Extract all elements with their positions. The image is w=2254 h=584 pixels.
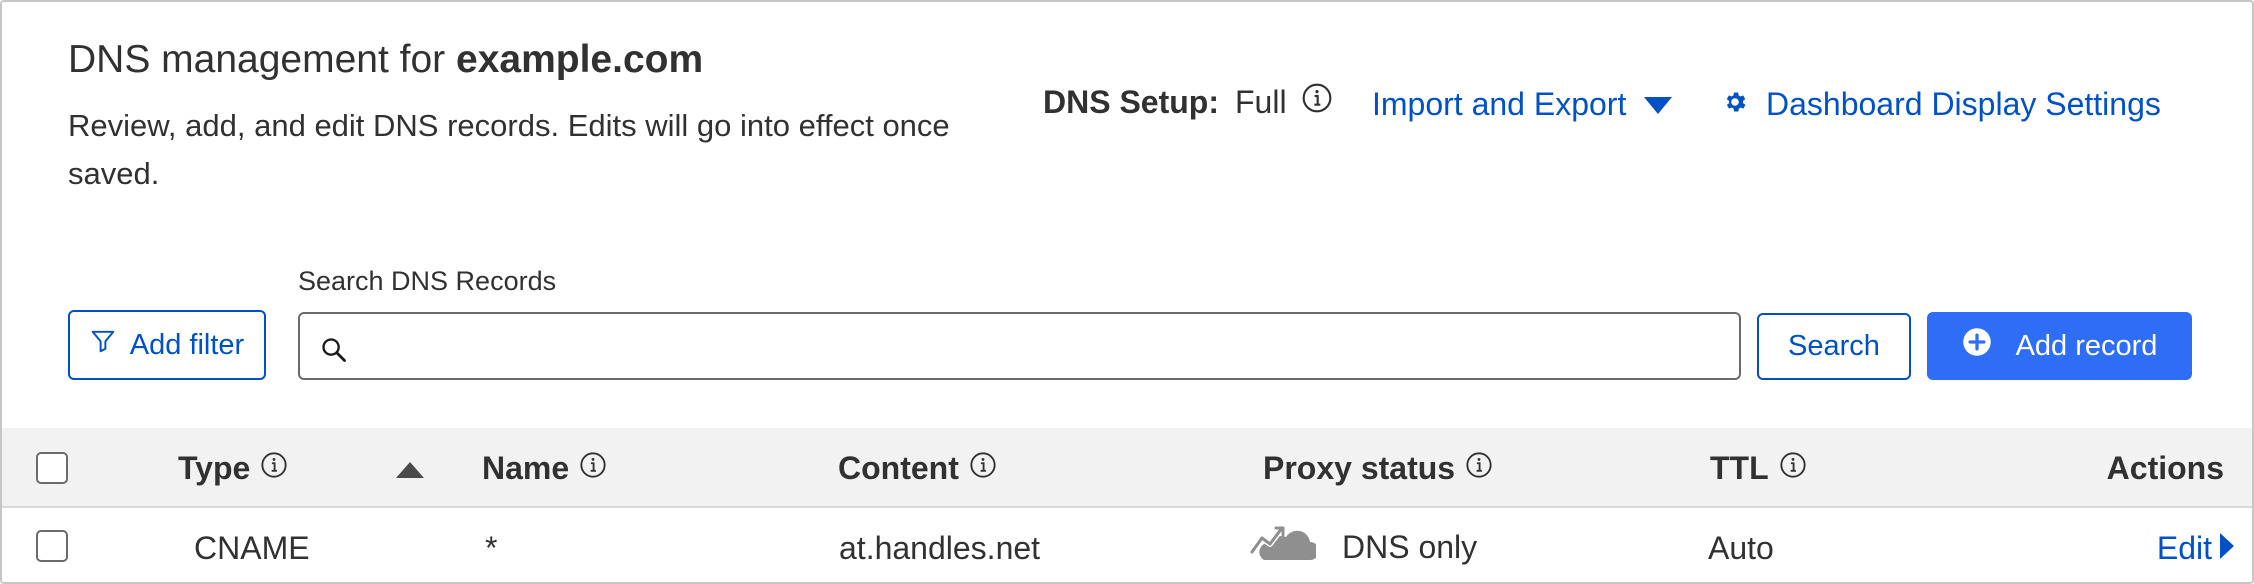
dashboard-display-settings-label: Dashboard Display Settings (1766, 86, 2161, 122)
sort-ascending-icon[interactable] (396, 462, 424, 483)
row-content: at.handles.net (839, 530, 1041, 566)
caret-right-icon (2220, 530, 2234, 567)
row-select-checkbox[interactable] (36, 530, 68, 562)
column-header-name[interactable]: Name (482, 450, 607, 487)
page-title-prefix: DNS management for (68, 38, 457, 81)
page-title-domain: example.com (456, 38, 704, 81)
info-icon[interactable] (1779, 450, 1807, 487)
search-dns-records-input[interactable] (360, 318, 1720, 374)
row-proxy-status-label: DNS only (1342, 528, 1478, 565)
column-content-label: Content (838, 450, 959, 486)
info-icon[interactable] (969, 450, 997, 487)
info-icon[interactable] (579, 450, 607, 487)
dns-records-table-header: Type Name Content Proxy status TTL Actio… (2, 428, 2252, 508)
row-edit-button[interactable]: Edit (2157, 530, 2234, 567)
add-filter-label: Add filter (129, 328, 245, 361)
column-header-content[interactable]: Content (838, 450, 997, 487)
caret-down-icon (1644, 86, 1673, 123)
import-export-menu[interactable]: Import and Export (1372, 86, 1673, 123)
column-name-label: Name (482, 450, 570, 486)
row-type: CNAME (194, 530, 310, 566)
column-header-actions: Actions (2107, 450, 2224, 487)
dns-setup-label: DNS Setup: (1043, 83, 1219, 120)
info-icon[interactable] (260, 450, 288, 487)
info-icon[interactable] (1301, 82, 1333, 122)
dns-setup-status: DNS Setup: Full (1043, 82, 1333, 122)
search-button[interactable]: Search (1757, 313, 1911, 380)
table-row: CNAME * at.handles.net DNS only Auto Edi… (2, 508, 2252, 582)
row-proxy-status: DNS only (1249, 520, 1478, 574)
gear-icon (1722, 86, 1748, 123)
add-record-button[interactable]: Add record (1927, 312, 2192, 380)
select-all-checkbox[interactable] (36, 452, 68, 484)
column-proxy-status-label: Proxy status (1263, 450, 1456, 486)
row-edit-label: Edit (2156, 530, 2212, 566)
plus-circle-icon (1962, 327, 1992, 365)
add-filter-button[interactable]: Add filter (68, 310, 266, 380)
info-icon[interactable] (1465, 450, 1493, 487)
add-record-label: Add record (2015, 329, 2158, 362)
row-name: * (485, 530, 498, 566)
import-export-label: Import and Export (1372, 86, 1627, 122)
dashboard-display-settings-link[interactable]: Dashboard Display Settings (1722, 86, 2161, 123)
dns-management-card: DNS management for example.com Review, a… (0, 0, 2254, 584)
dns-setup-value: Full (1235, 83, 1287, 120)
column-header-ttl[interactable]: TTL (1710, 450, 1807, 487)
column-actions-label: Actions (2106, 450, 2224, 486)
column-ttl-label: TTL (1710, 450, 1769, 486)
page-description: Review, add, and edit DNS records. Edits… (68, 108, 950, 191)
column-header-type[interactable]: Type (178, 450, 288, 487)
search-dns-records-label: Search DNS Records (298, 266, 557, 296)
search-icon (320, 336, 348, 369)
column-header-proxy-status[interactable]: Proxy status (1263, 450, 1493, 487)
filter-icon (90, 328, 116, 362)
dns-only-cloud-icon (1249, 520, 1319, 574)
search-box (298, 312, 1741, 380)
page-title: DNS management for example.com (68, 38, 703, 82)
row-ttl: Auto (1708, 530, 1774, 566)
column-type-label: Type (178, 450, 251, 486)
